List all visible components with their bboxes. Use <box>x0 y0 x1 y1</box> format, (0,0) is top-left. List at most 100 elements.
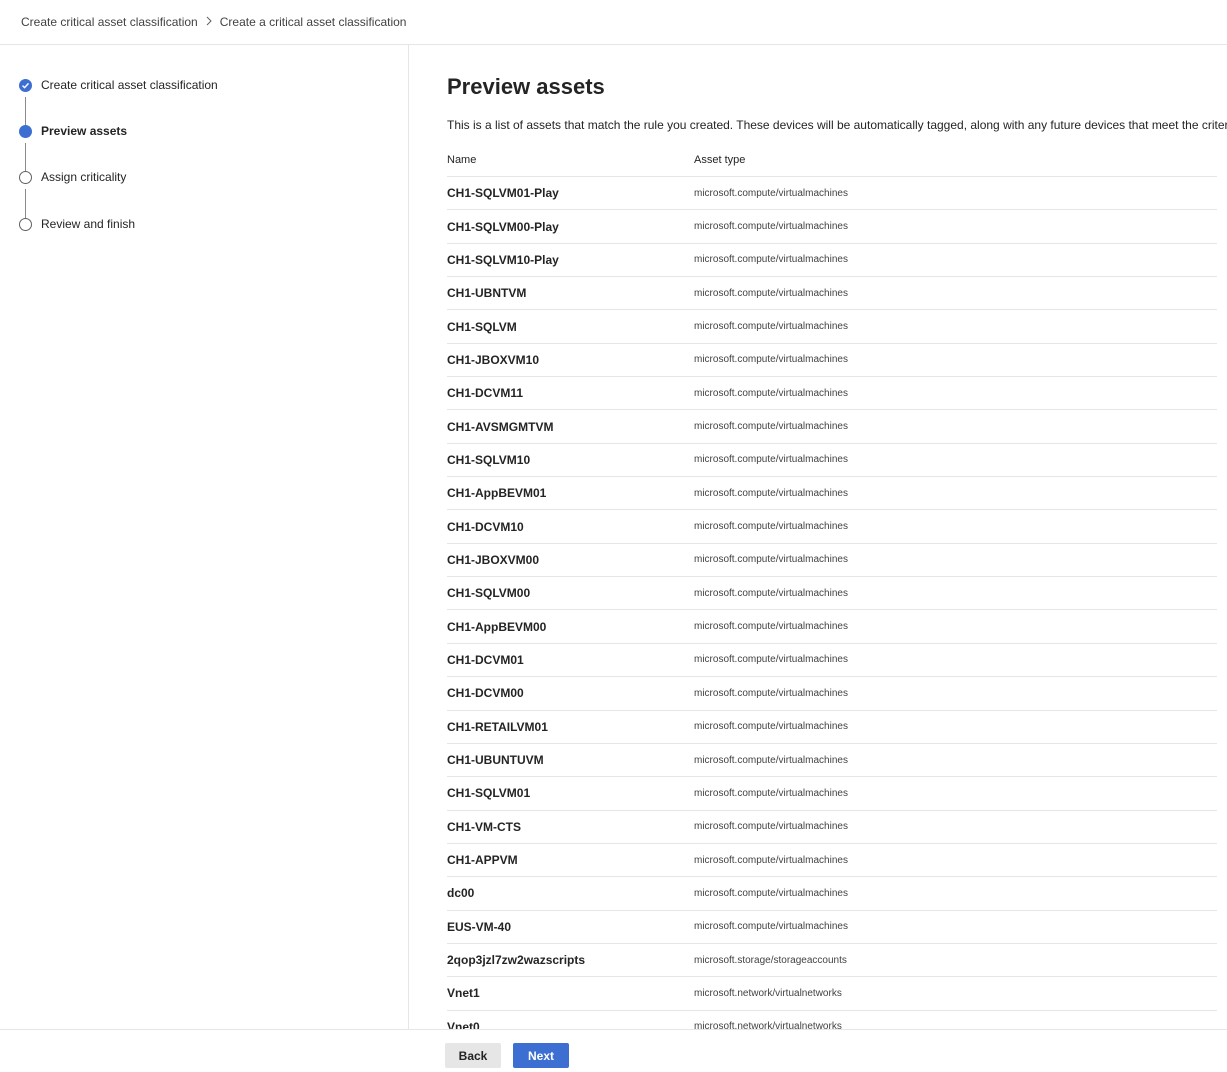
asset-name: CH1-VM-CTS <box>447 819 521 834</box>
step-label: Create critical asset classification <box>41 78 218 92</box>
current-step-icon <box>19 124 32 138</box>
table-header: Name Asset type <box>447 144 1217 177</box>
asset-type: microsoft.compute/virtualmachines <box>694 921 848 933</box>
asset-name: CH1-AppBEVM00 <box>447 619 547 634</box>
table-row[interactable]: CH1-SQLVM00-Play microsoft.compute/virtua… <box>447 210 1217 244</box>
asset-name: CH1-SQLVM00 <box>447 586 531 601</box>
table-row[interactable]: CH1-JBOXVM00 microsoft.compute/virtualmac… <box>447 544 1217 578</box>
footer-actions: Back Next <box>0 1029 1227 1072</box>
table-row[interactable]: CH1-DCVM11 microsoft.compute/virtualmachi… <box>447 377 1217 411</box>
table-row[interactable]: CH1-UBUNTUVM microsoft.compute/virtualmac… <box>447 744 1217 778</box>
table-row[interactable]: CH1-UBNTVM microsoft.compute/virtualmachi… <box>447 277 1217 311</box>
step-create-classification[interactable]: Create critical asset classification <box>19 75 218 95</box>
table-row[interactable]: CH1-DCVM10 microsoft.compute/virtualmachi… <box>447 510 1217 544</box>
asset-type: microsoft.compute/virtualmachines <box>694 687 848 699</box>
asset-type: microsoft.compute/virtualmachines <box>694 787 848 799</box>
page-title: Preview assets <box>447 74 605 99</box>
table-row[interactable]: CH1-AppBEVM01 microsoft.compute/virtualma… <box>447 477 1217 511</box>
asset-name: CH1-DCVM11 <box>447 386 524 401</box>
asset-type: microsoft.compute/virtualmachines <box>694 254 848 266</box>
table-row[interactable]: 2qop3jzl7zw2wazscripts microsoft.storage/… <box>447 944 1217 978</box>
step-preview-assets[interactable]: Preview assets <box>19 121 127 141</box>
asset-type: microsoft.compute/virtualmachines <box>694 854 848 866</box>
asset-type: microsoft.compute/virtualmachines <box>694 321 848 333</box>
table-row[interactable]: CH1-AppBEVM00 microsoft.compute/virtualma… <box>447 610 1217 644</box>
asset-type: microsoft.network/virtualnetworks <box>694 1021 842 1029</box>
column-header-asset-type[interactable]: Asset type <box>694 154 745 166</box>
asset-type: microsoft.compute/virtualmachines <box>694 554 848 566</box>
asset-name: Vnet0 <box>447 1019 480 1029</box>
table-row[interactable]: EUS-VM-40 microsoft.compute/virtualmachin… <box>447 911 1217 944</box>
asset-type: microsoft.compute/virtualmachines <box>694 587 848 599</box>
table-row[interactable]: CH1-SQLVM microsoft.compute/virtualmachin… <box>447 310 1217 344</box>
asset-name: CH1-RETAILVM01 <box>447 719 548 734</box>
table-row[interactable]: CH1-DCVM00 microsoft.compute/virtualmachi… <box>447 677 1217 711</box>
table-row[interactable]: CH1-SQLVM00 microsoft.compute/virtualmach… <box>447 577 1217 611</box>
asset-name: CH1-JBOXVM10 <box>447 352 540 367</box>
asset-type: microsoft.compute/virtualmachines <box>694 487 848 499</box>
breadcrumb-item-classification[interactable]: Create critical asset classification <box>21 15 198 29</box>
table-row[interactable]: CH1-APPVM microsoft.compute/virtualmachin… <box>447 844 1217 878</box>
next-button[interactable]: Next <box>513 1043 569 1068</box>
asset-type: microsoft.compute/virtualmachines <box>694 421 848 433</box>
table-row[interactable]: CH1-SQLVM10-Play microsoft.compute/virtua… <box>447 244 1217 278</box>
asset-name: EUS-VM-40 <box>447 919 512 934</box>
wizard-steps: Create critical asset classification Pre… <box>0 45 409 1029</box>
step-assign-criticality[interactable]: Assign criticality <box>19 167 126 187</box>
asset-type: microsoft.compute/virtualmachines <box>694 621 848 633</box>
asset-type: microsoft.storage/storageaccounts <box>694 954 847 966</box>
table-row[interactable]: CH1-SQLVM10 microsoft.compute/virtualmach… <box>447 444 1217 478</box>
checkmark-icon <box>19 78 32 92</box>
back-button[interactable]: Back <box>445 1043 501 1068</box>
asset-type: microsoft.network/virtualnetworks <box>694 987 842 999</box>
asset-name: CH1-SQLVM01 <box>447 786 531 801</box>
table-row[interactable]: CH1-RETAILVM01 microsoft.compute/virtualm… <box>447 711 1217 744</box>
step-label: Assign criticality <box>41 170 127 184</box>
asset-type: microsoft.compute/virtualmachines <box>694 221 848 233</box>
asset-type: microsoft.compute/virtualmachines <box>694 387 848 399</box>
table-row[interactable]: CH1-JBOXVM10 microsoft.compute/virtualmac… <box>447 344 1217 378</box>
chevron-right-icon <box>205 15 213 29</box>
table-row[interactable]: CH1-DCVM01 microsoft.compute/virtualmachi… <box>447 644 1217 678</box>
asset-name: CH1-SQLVM <box>447 319 517 334</box>
asset-name: CH1-SQLVM00-Play <box>447 219 559 234</box>
breadcrumb: Create critical asset classification Cre… <box>0 0 1227 45</box>
asset-name: CH1-UBUNTUVM <box>447 753 544 768</box>
asset-name: CH1-AppBEVM01 <box>447 486 547 501</box>
asset-type: microsoft.compute/virtualmachines <box>694 354 848 366</box>
asset-name: CH1-DCVM10 <box>447 519 524 534</box>
asset-type: microsoft.compute/virtualmachines <box>694 821 848 833</box>
step-label: Preview assets <box>41 124 128 138</box>
page-description: This is a list of assets that match the … <box>447 118 1227 132</box>
asset-name: CH1-AVSMGMTVM <box>447 419 554 434</box>
main-content: Preview assets This is a list of assets … <box>410 45 1227 1029</box>
asset-type: microsoft.compute/virtualmachines <box>694 287 848 299</box>
asset-type: microsoft.compute/virtualmachines <box>694 754 848 766</box>
table-row[interactable]: CH1-SQLVM01 microsoft.compute/virtualmach… <box>447 777 1217 811</box>
table-row[interactable]: CH1-AVSMGMTVM microsoft.compute/virtualma… <box>447 410 1217 444</box>
asset-name: CH1-SQLVM10 <box>447 452 531 467</box>
asset-type: microsoft.compute/virtualmachines <box>694 887 848 899</box>
asset-name: dc00 <box>447 886 475 901</box>
breadcrumb-item-create[interactable]: Create a critical asset classification <box>220 15 407 29</box>
table-row[interactable]: CH1-VM-CTS microsoft.compute/virtualmachi… <box>447 811 1217 844</box>
table-row[interactable]: Vnet1 microsoft.network/virtualnetworks <box>447 977 1217 1011</box>
pending-step-icon <box>19 170 32 184</box>
step-review-finish[interactable]: Review and finish <box>19 214 135 234</box>
pending-step-icon <box>19 217 32 231</box>
table-row[interactable]: CH1-SQLVM01-Play microsoft.compute/virtua… <box>447 177 1217 211</box>
table-row[interactable]: dc00 microsoft.compute/virtualmachines <box>447 877 1217 911</box>
asset-name: CH1-UBNTVM <box>447 286 527 301</box>
table-row[interactable]: Vnet0 microsoft.network/virtualnetworks <box>447 1011 1217 1029</box>
asset-type: microsoft.compute/virtualmachines <box>694 654 848 666</box>
column-header-name[interactable]: Name <box>447 154 694 166</box>
asset-type: microsoft.compute/virtualmachines <box>694 521 848 533</box>
asset-name: Vnet1 <box>447 986 480 1001</box>
assets-table: Name Asset type CH1-SQLVM01-Play microsof… <box>447 144 1217 1029</box>
asset-name: CH1-DCVM00 <box>447 686 524 701</box>
asset-name: CH1-APPVM <box>447 853 518 868</box>
asset-type: microsoft.compute/virtualmachines <box>694 187 848 199</box>
asset-name: CH1-SQLVM01-Play <box>447 186 559 201</box>
asset-type: microsoft.compute/virtualmachines <box>694 721 848 733</box>
step-label: Review and finish <box>41 217 136 231</box>
